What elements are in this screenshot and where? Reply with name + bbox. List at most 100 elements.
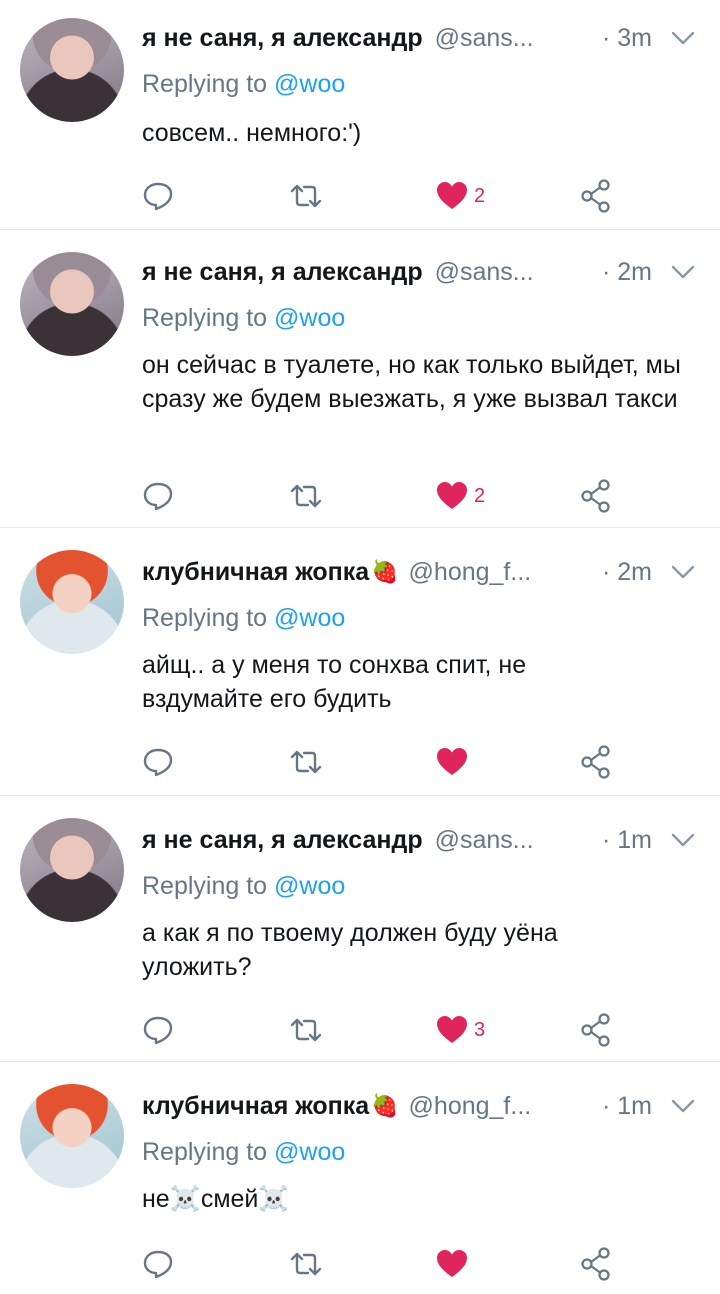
avatar[interactable] xyxy=(20,252,124,356)
tweet-header: я не саня, я александр @sans... · 3m xyxy=(142,20,696,56)
tweet[interactable]: я не саня, я александр @sans... · 3m Rep… xyxy=(0,0,720,230)
like-button[interactable]: 2 xyxy=(436,178,485,214)
mention-link[interactable]: @woo xyxy=(274,304,345,332)
tweet-header: клубничная жопка 🍓 @hong_f... · 1m xyxy=(142,1088,696,1124)
like-count: 3 xyxy=(474,1018,486,1041)
tweet-header: клубничная жопка 🍓 @hong_f... · 2m xyxy=(142,554,696,590)
like-button[interactable] xyxy=(436,744,474,780)
chevron-down-icon[interactable] xyxy=(670,560,696,584)
reply-button[interactable] xyxy=(142,1012,174,1048)
handle[interactable]: @hong_f... xyxy=(409,1092,532,1121)
replying-label: Replying to xyxy=(142,1138,268,1166)
reply-icon xyxy=(143,748,173,777)
like-count: 2 xyxy=(474,484,486,507)
timestamp[interactable]: · 2m xyxy=(602,258,652,287)
tweet[interactable]: я не саня, я александр @sans... · 1m Rep… xyxy=(0,796,720,1062)
share-icon xyxy=(581,745,610,779)
timestamp[interactable]: · 1m xyxy=(602,826,652,855)
replying-label: Replying to xyxy=(142,872,268,900)
reply-button[interactable] xyxy=(142,478,174,514)
display-name[interactable]: клубничная жопка xyxy=(142,558,369,587)
handle[interactable]: @sans... xyxy=(435,24,534,53)
heart-icon xyxy=(437,1250,467,1277)
mention-link[interactable]: @woo xyxy=(274,872,345,900)
tweet-text: он сейчас в туалете, но как только выйде… xyxy=(142,351,681,413)
timestamp[interactable]: · 2m xyxy=(602,558,652,587)
retweet-button[interactable] xyxy=(288,744,324,780)
like-button[interactable] xyxy=(436,1246,474,1282)
tweet-text: не☠️смей☠️ xyxy=(142,1185,290,1213)
reply-icon xyxy=(143,482,173,511)
share-icon xyxy=(581,179,610,213)
action-bar: 3 xyxy=(142,1012,702,1048)
chevron-down-icon[interactable] xyxy=(670,260,696,284)
tweet[interactable]: я не саня, я александр @sans... · 2m Rep… xyxy=(0,230,720,528)
strawberry-emoji: 🍓 xyxy=(371,559,399,584)
share-icon xyxy=(581,1013,610,1047)
action-bar xyxy=(142,1246,702,1282)
avatar[interactable] xyxy=(20,18,124,122)
avatar[interactable] xyxy=(20,550,124,654)
retweet-icon xyxy=(290,1018,322,1042)
tweet[interactable]: клубничная жопка 🍓 @hong_f... · 1m Reply… xyxy=(0,1062,720,1294)
share-icon xyxy=(581,479,610,513)
replying-to: Replying to @woo xyxy=(142,1138,345,1167)
avatar[interactable] xyxy=(20,818,124,922)
tweet[interactable]: клубничная жопка 🍓 @hong_f... · 2m Reply… xyxy=(0,528,720,796)
handle[interactable]: @sans... xyxy=(435,826,534,855)
display-name[interactable]: я не саня, я александр xyxy=(142,826,423,855)
tweet-header: я не саня, я александр @sans... · 2m xyxy=(142,254,696,290)
display-name[interactable]: клубничная жопка xyxy=(142,1092,369,1121)
avatar[interactable] xyxy=(20,1084,124,1188)
chevron-down-icon[interactable] xyxy=(670,26,696,50)
reply-icon xyxy=(143,1250,173,1279)
reply-button[interactable] xyxy=(142,178,174,214)
timestamp[interactable]: · 3m xyxy=(602,24,652,53)
share-icon xyxy=(581,1247,610,1281)
share-button[interactable] xyxy=(580,1012,612,1048)
reply-button[interactable] xyxy=(142,744,174,780)
heart-icon xyxy=(437,482,467,509)
chevron-down-icon[interactable] xyxy=(670,828,696,852)
handle[interactable]: @hong_f... xyxy=(409,558,532,587)
retweet-icon xyxy=(290,750,322,774)
heart-icon xyxy=(437,182,467,209)
mention-link[interactable]: @woo xyxy=(274,70,345,98)
retweet-button[interactable] xyxy=(288,1012,324,1048)
display-name[interactable]: я не саня, я александр xyxy=(142,24,423,53)
chevron-down-icon[interactable] xyxy=(670,1094,696,1118)
share-button[interactable] xyxy=(580,478,612,514)
replying-label: Replying to xyxy=(142,604,268,632)
reply-button[interactable] xyxy=(142,1246,174,1282)
timestamp[interactable]: · 1m xyxy=(602,1092,652,1121)
handle[interactable]: @sans... xyxy=(435,258,534,287)
like-button[interactable]: 2 xyxy=(436,478,485,514)
share-button[interactable] xyxy=(580,1246,612,1282)
replying-to: Replying to @woo xyxy=(142,70,345,99)
retweet-button[interactable] xyxy=(288,478,324,514)
replying-to: Replying to @woo xyxy=(142,872,345,901)
retweet-button[interactable] xyxy=(288,1246,324,1282)
action-bar: 2 xyxy=(142,178,702,214)
tweet-header: я не саня, я александр @sans... · 1m xyxy=(142,822,696,858)
share-button[interactable] xyxy=(580,178,612,214)
tweet-text: айщ.. а у меня то сонхва спит, не вздума… xyxy=(142,651,527,713)
mention-link[interactable]: @woo xyxy=(274,1138,345,1166)
heart-icon xyxy=(437,1016,467,1043)
retweet-icon xyxy=(290,184,322,208)
tweet-text: совсем.. немного:') xyxy=(142,119,362,147)
like-count: 2 xyxy=(474,184,486,207)
action-bar xyxy=(142,744,702,780)
replying-to: Replying to @woo xyxy=(142,604,345,633)
replying-to: Replying to @woo xyxy=(142,304,345,333)
mention-link[interactable]: @woo xyxy=(274,604,345,632)
reply-icon xyxy=(143,1016,173,1045)
action-bar: 2 xyxy=(142,478,702,514)
retweet-icon xyxy=(290,1252,322,1276)
share-button[interactable] xyxy=(580,744,612,780)
display-name[interactable]: я не саня, я александр xyxy=(142,258,423,287)
tweet-text: а как я по твоему должен буду уёна уложи… xyxy=(142,919,558,981)
replying-label: Replying to xyxy=(142,304,268,332)
retweet-button[interactable] xyxy=(288,178,324,214)
like-button[interactable]: 3 xyxy=(436,1012,485,1048)
